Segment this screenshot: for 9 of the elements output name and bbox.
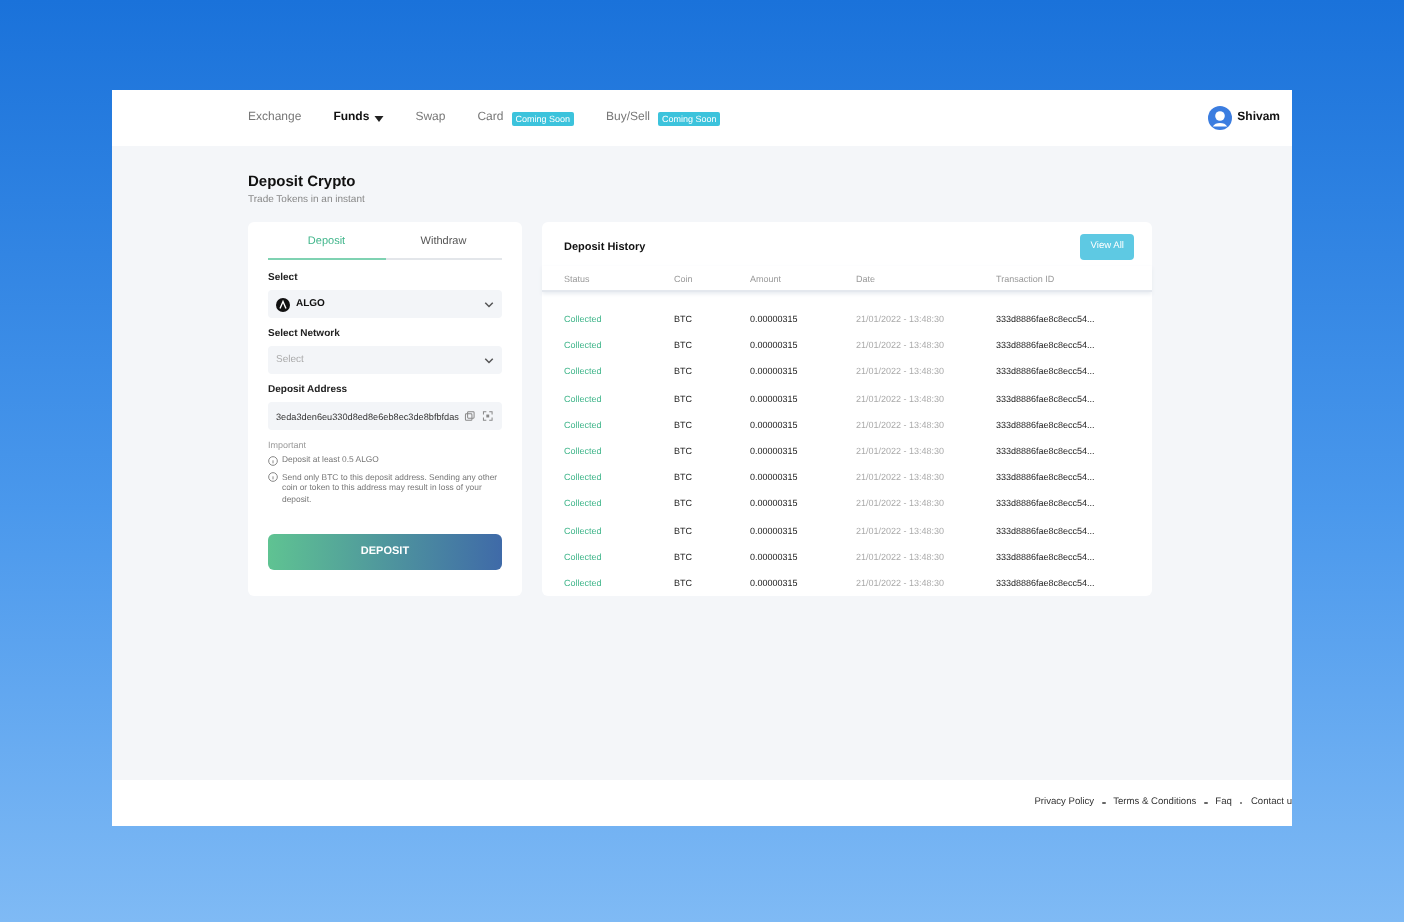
info-icon <box>268 455 278 465</box>
copy-icon[interactable] <box>464 410 477 422</box>
avatar-icon[interactable] <box>1207 106 1232 130</box>
qr-scan-icon[interactable] <box>482 410 494 422</box>
coin-icon <box>276 297 290 311</box>
caret-icon[interactable] <box>373 115 384 121</box>
chevron-down-icon <box>484 357 494 363</box>
chevron-down-icon <box>484 301 494 307</box>
info-icon <box>268 472 278 483</box>
